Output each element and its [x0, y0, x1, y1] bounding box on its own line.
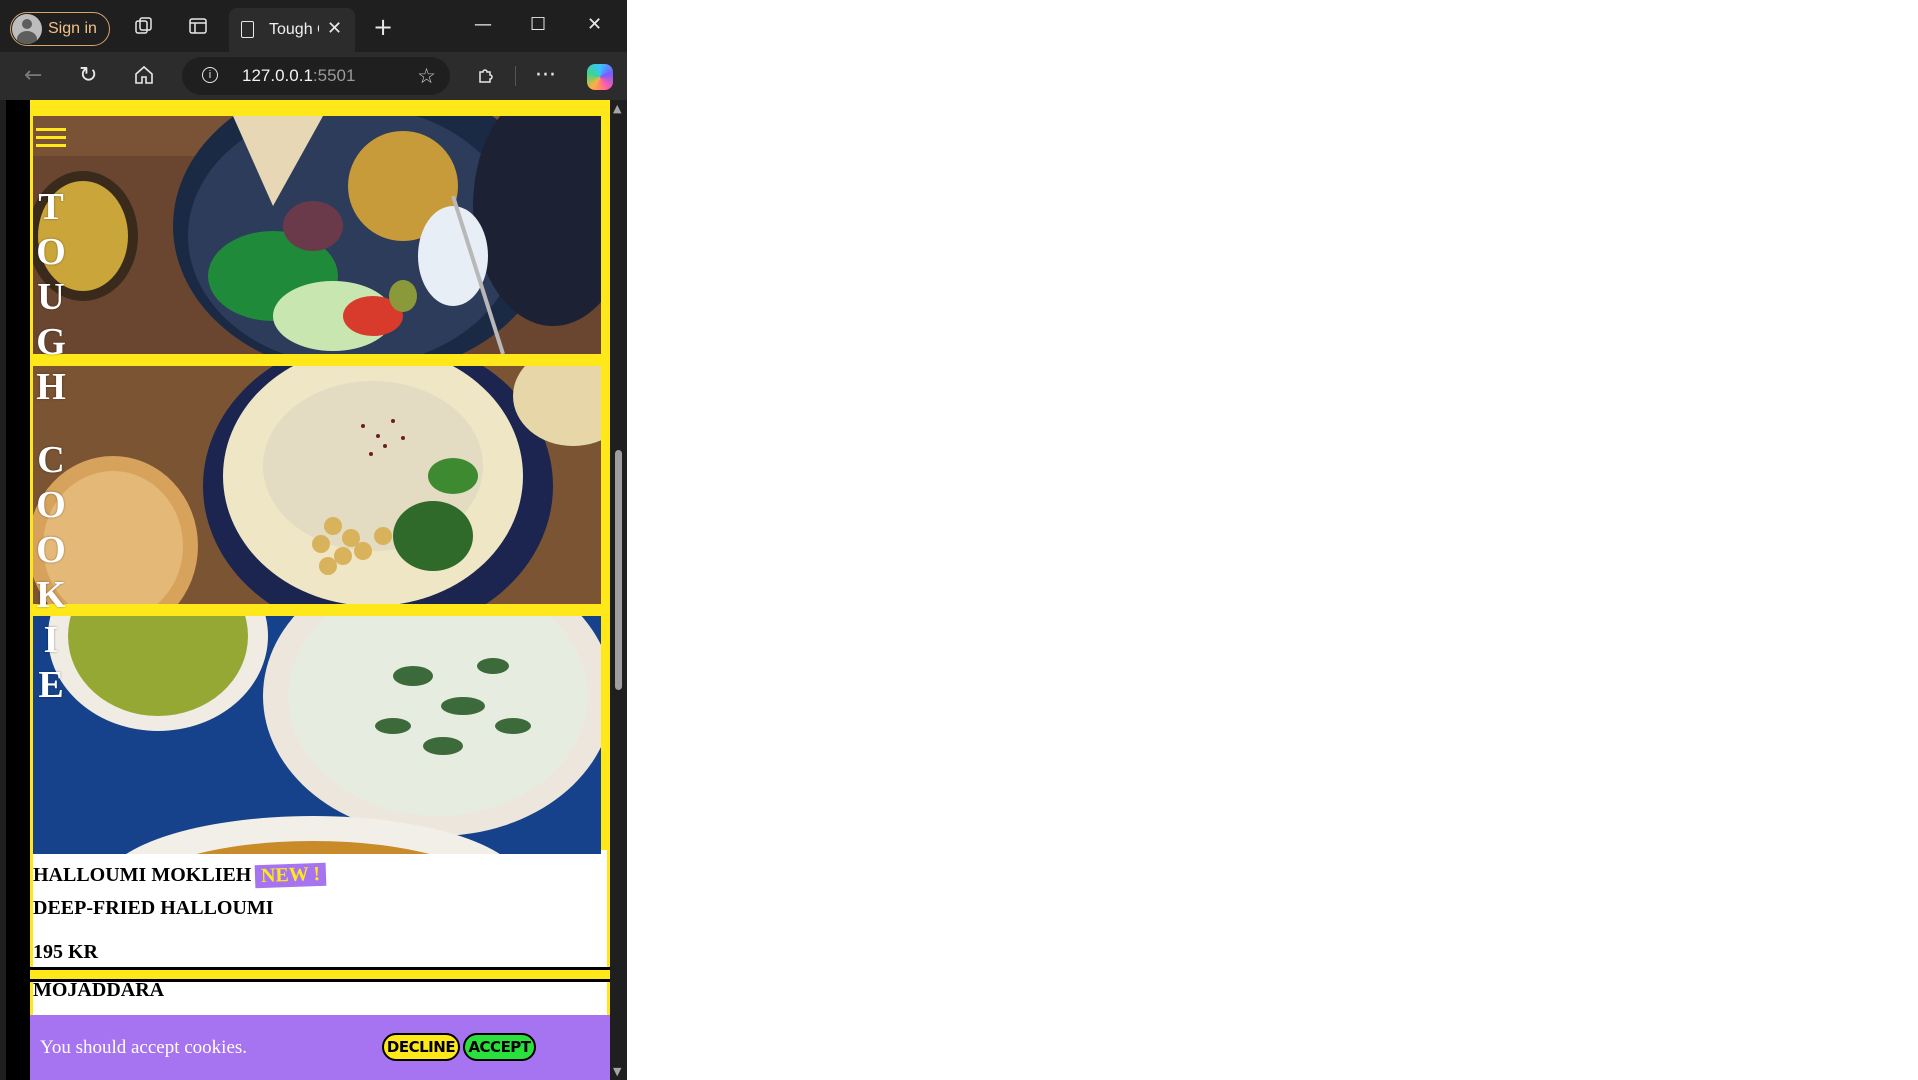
tab-title: Tough Cookie	[269, 21, 319, 38]
close-tab-icon[interactable]: ✕	[327, 18, 342, 39]
page-viewport: TOUGH COOKIE HALLOUMI MOKLIEH NEW ! DEEP-…	[6, 100, 627, 1080]
scroll-down-arrow-icon[interactable]: ▼	[613, 1065, 621, 1078]
title-letter: I	[43, 619, 59, 661]
food-image-salad	[33, 116, 601, 354]
site-title-vertical: TOUGH COOKIE	[32, 185, 70, 708]
browser-toolbar: ← ↻ i 127.0.0.1:5501 ☆ ···	[0, 52, 627, 100]
url-port: :5501	[312, 66, 356, 85]
toolbar-divider	[515, 66, 516, 86]
title-letter: E	[38, 664, 64, 706]
vertical-tabs-icon[interactable]	[187, 16, 209, 38]
info-icon[interactable]: i	[202, 67, 218, 83]
title-letter: O	[36, 484, 66, 526]
extensions-icon[interactable]	[475, 64, 497, 92]
food-image-hummus	[33, 366, 601, 604]
refresh-icon[interactable]: ↻	[79, 64, 97, 88]
menu-item-price: 195 KR	[33, 941, 98, 963]
page-icon	[241, 21, 254, 38]
hamburger-menu-icon[interactable]	[36, 128, 66, 152]
menu-item-description: DEEP-FRIED HALLOUMI	[33, 897, 274, 919]
title-letter: T	[38, 186, 64, 228]
item-name-text: HALLOUMI MOKLIEH	[33, 864, 252, 886]
menu-item-name: MOJADDARA	[33, 979, 165, 1001]
collections-icon[interactable]	[133, 16, 155, 38]
title-letter	[32, 410, 70, 438]
minimize-icon[interactable]: —	[474, 14, 492, 35]
new-tab-icon[interactable]: +	[372, 15, 394, 39]
url-text: 127.0.0.1:5501	[242, 66, 355, 86]
web-page: TOUGH COOKIE HALLOUMI MOKLIEH NEW ! DEEP-…	[30, 100, 610, 1080]
cookie-banner: You should accept cookies. DECLINE ACCEP…	[30, 1015, 610, 1080]
title-letter: C	[37, 439, 65, 481]
title-letter: O	[36, 231, 66, 273]
scroll-up-arrow-icon[interactable]: ▲	[613, 102, 621, 115]
favorite-star-icon[interactable]: ☆	[417, 64, 436, 89]
maximize-icon[interactable]: ☐	[530, 14, 546, 35]
more-icon[interactable]: ···	[535, 64, 556, 88]
menu-divider-yellow	[30, 970, 610, 979]
new-badge: NEW !	[254, 862, 327, 889]
cookie-message: You should accept cookies.	[40, 1037, 248, 1058]
title-letter: H	[36, 366, 66, 408]
copilot-icon[interactable]	[587, 64, 613, 90]
back-icon[interactable]: ←	[24, 64, 42, 88]
browser-window: Sign in Tough Cookie ✕ + — ☐ ✕ ← ↻ i 127…	[0, 0, 627, 1080]
title-letter: O	[36, 529, 66, 571]
title-letter: U	[37, 276, 65, 318]
tab-tough-cookie[interactable]: Tough Cookie ✕	[229, 8, 355, 52]
page-scrollbar[interactable]: ▲ ▼	[610, 100, 627, 1080]
food-image-dips	[33, 616, 601, 854]
sign-in-label: Sign in	[48, 20, 97, 37]
close-window-icon[interactable]: ✕	[587, 14, 602, 35]
decline-button[interactable]: DECLINE	[382, 1033, 460, 1061]
scrollbar-thumb[interactable]	[615, 450, 622, 690]
accept-button[interactable]: ACCEPT	[463, 1033, 536, 1061]
address-bar[interactable]: i 127.0.0.1:5501 ☆	[182, 57, 450, 95]
title-letter: G	[36, 321, 66, 363]
url-host: 127.0.0.1	[242, 66, 313, 85]
tab-bar: Sign in Tough Cookie ✕ + — ☐ ✕	[0, 0, 627, 52]
profile-icon	[12, 14, 42, 44]
title-letter: K	[36, 574, 66, 616]
menu-item-name: HALLOUMI MOKLIEH NEW !	[33, 862, 327, 889]
sign-in-button[interactable]: Sign in	[10, 12, 110, 46]
home-icon[interactable]	[133, 64, 155, 92]
